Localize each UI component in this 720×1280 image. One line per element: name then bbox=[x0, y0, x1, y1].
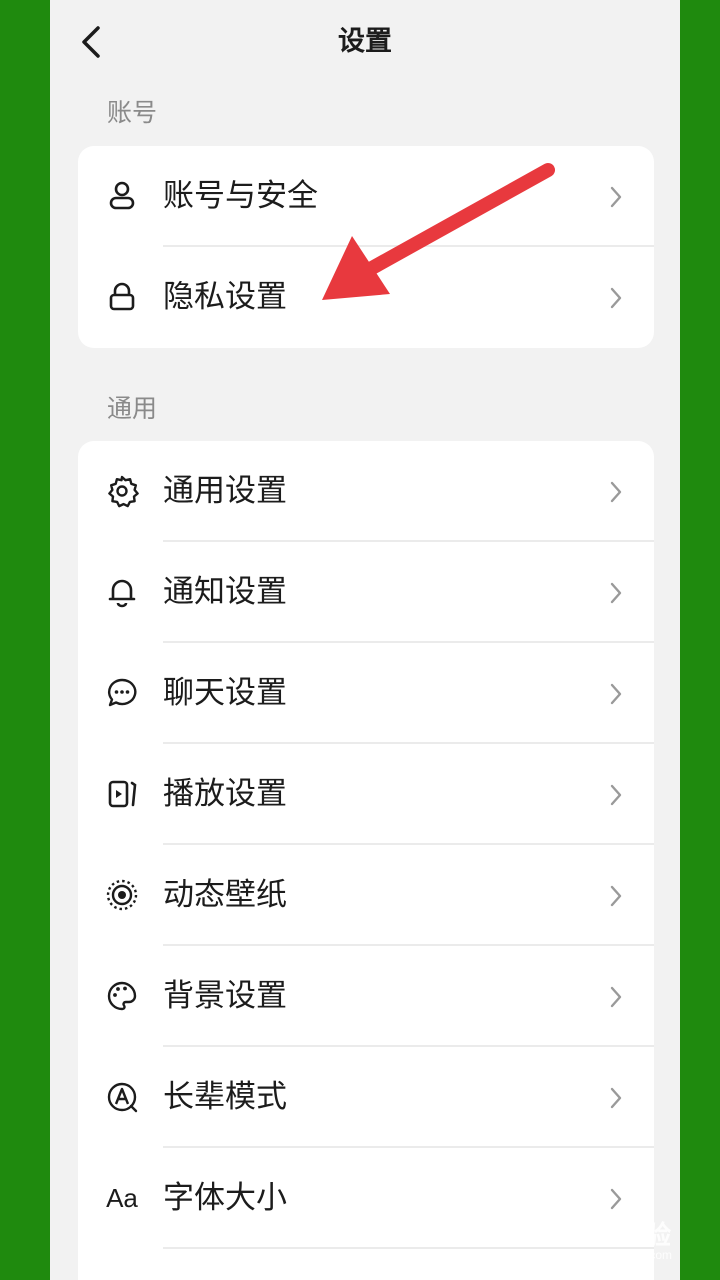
settings-item-label: 通用设置 bbox=[163, 473, 287, 509]
settings-item-privacy[interactable]: 隐私设置 bbox=[78, 247, 654, 348]
chevron-right-icon bbox=[610, 582, 622, 604]
settings-item-chat[interactable]: 聊天设置 bbox=[78, 643, 654, 744]
chevron-right-icon bbox=[610, 1188, 622, 1210]
font-size-icon-text: Aa bbox=[106, 1182, 138, 1213]
chevron-right-icon bbox=[610, 986, 622, 1008]
play-icon bbox=[104, 776, 140, 812]
chevron-right-icon bbox=[610, 1087, 622, 1109]
settings-item-label: 字体大小 bbox=[163, 1180, 287, 1216]
settings-item-label: 账号与安全 bbox=[163, 178, 318, 214]
chevron-right-icon bbox=[610, 186, 622, 208]
bell-icon bbox=[104, 574, 140, 610]
general-card: 通用设置 通知设置 聊天设置 播放设置 动态壁纸 背景设置 长辈模式 Aa 字体… bbox=[78, 441, 654, 1280]
chevron-right-icon bbox=[610, 683, 622, 705]
gear-icon bbox=[104, 473, 140, 509]
page-title: 设置 bbox=[338, 26, 392, 57]
live-wallpaper-icon bbox=[104, 877, 140, 913]
settings-item-notification[interactable]: 通知设置 bbox=[78, 542, 654, 643]
chevron-right-icon bbox=[610, 481, 622, 503]
palette-icon bbox=[104, 978, 140, 1014]
chevron-right-icon bbox=[610, 885, 622, 907]
settings-item-label: 长辈模式 bbox=[163, 1079, 287, 1115]
lock-icon bbox=[104, 279, 140, 315]
account-card: 账号与安全 隐私设置 bbox=[78, 146, 654, 348]
chevron-right-icon bbox=[610, 287, 622, 309]
user-icon bbox=[104, 178, 140, 214]
chevron-right-icon bbox=[610, 784, 622, 806]
settings-item-label: 聊天设置 bbox=[163, 675, 287, 711]
settings-screen: 设置 账号 账号与安全 隐私设置 通用 通用设置 通知设置 聊天设置 播放设置 … bbox=[50, 0, 680, 1280]
settings-item-font-size[interactable]: Aa 字体大小 bbox=[78, 1148, 654, 1249]
font-size-icon: Aa bbox=[104, 1180, 140, 1216]
elder-mode-icon bbox=[104, 1079, 140, 1115]
settings-item-label: 通知设置 bbox=[163, 574, 287, 610]
settings-item-elder-mode[interactable]: 长辈模式 bbox=[78, 1047, 654, 1148]
watermark-logo-text: Bai经验 bbox=[574, 1220, 672, 1250]
settings-item-playback[interactable]: 播放设置 bbox=[78, 744, 654, 845]
top-bar: 设置 bbox=[50, 0, 680, 84]
chat-bubble-icon bbox=[104, 675, 140, 711]
settings-item-background[interactable]: 背景设置 bbox=[78, 946, 654, 1047]
settings-item-account-security[interactable]: 账号与安全 bbox=[78, 146, 654, 247]
settings-item-label: 隐私设置 bbox=[163, 279, 287, 315]
settings-item-label: 播放设置 bbox=[163, 776, 287, 812]
settings-item-label: 动态壁纸 bbox=[163, 877, 287, 913]
settings-item-label: 背景设置 bbox=[163, 978, 287, 1014]
watermark-url: jingyan.baidu.com bbox=[575, 1248, 672, 1262]
settings-item-live-wallpaper[interactable]: 动态壁纸 bbox=[78, 845, 654, 946]
section-label-account: 账号 bbox=[107, 98, 158, 127]
settings-item-general[interactable]: 通用设置 bbox=[78, 441, 654, 542]
section-label-general: 通用 bbox=[107, 394, 158, 423]
watermark: Bai经验 jingyan.baidu.com bbox=[575, 1215, 672, 1262]
